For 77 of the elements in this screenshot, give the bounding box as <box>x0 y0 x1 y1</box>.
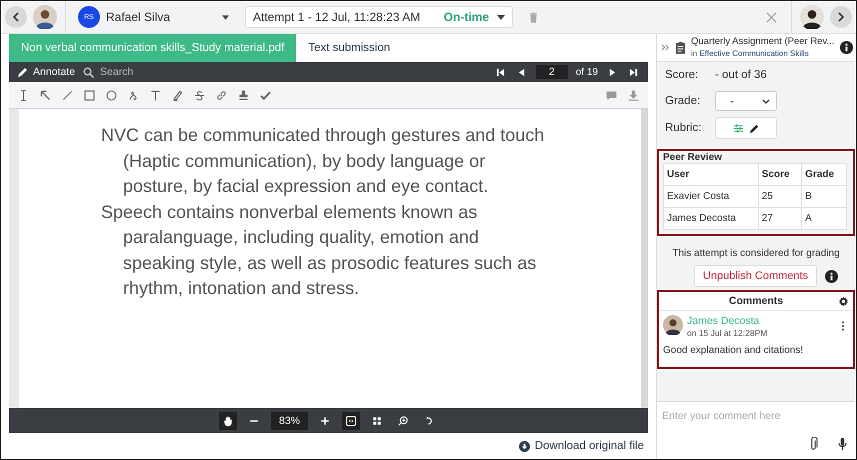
peer-review-title: Peer Review <box>663 152 723 163</box>
sliders-icon <box>732 122 744 134</box>
attempt-dropdown[interactable]: Attempt 1 - 12 Jul, 11:28:23 AM On-time <box>245 6 513 28</box>
document-paragraph: Speech contains nonverbal elements known as paralanguage, including quality, emotion and speaking style, as well as prosodic features such as rhythm, intonation and stress. <box>101 200 538 300</box>
line-icon[interactable] <box>61 88 74 102</box>
scrollbar[interactable] <box>641 109 648 408</box>
assignment-title: Quarterly Assignment (Peer Rev... <box>691 36 835 48</box>
unpublish-comments-button[interactable]: Unpublish Comments <box>694 265 818 287</box>
zoom-level[interactable]: 83% <box>270 412 308 430</box>
course-name: Effective Communication Skills <box>699 48 809 58</box>
page-number-field[interactable]: 2 <box>536 65 568 79</box>
search-icon[interactable] <box>83 66 94 78</box>
pencil-icon <box>17 66 29 78</box>
chevron-down-icon <box>762 98 770 104</box>
collapse-icon[interactable] <box>661 43 670 52</box>
back-button[interactable] <box>5 6 27 28</box>
column-header: Grade <box>802 164 846 186</box>
highlighter-icon[interactable] <box>171 88 184 102</box>
column-header: User <box>664 164 758 186</box>
chevron-left-icon <box>11 12 21 22</box>
avatar-icon <box>33 5 57 29</box>
microphone-icon[interactable] <box>838 437 847 451</box>
checkmark-icon[interactable] <box>259 88 272 102</box>
comment-field[interactable]: Enter your comment here <box>657 401 855 433</box>
previous-page-icon[interactable] <box>516 68 526 76</box>
attachment-icon[interactable] <box>809 437 818 451</box>
more-icon[interactable] <box>841 321 845 331</box>
next-button[interactable] <box>830 6 852 28</box>
last-page-icon[interactable] <box>629 68 638 76</box>
course-prefix: in <box>691 48 698 58</box>
download-link[interactable]: Download original file <box>518 440 644 452</box>
table-cell: Exavier Costa <box>664 186 758 208</box>
document-paragraph: NVC can be communicated through gestures and touch (Haptic communication), by body language or posture, by facial expression and eye contact. <box>101 124 546 198</box>
arrow-icon[interactable] <box>39 88 52 102</box>
download-icon <box>518 440 530 452</box>
column-header: Score <box>758 164 802 186</box>
search-field[interactable]: Search <box>98 65 162 79</box>
table-cell: 27 <box>758 208 802 230</box>
avatar-icon <box>663 315 683 335</box>
circle-icon[interactable] <box>105 88 118 102</box>
info-icon[interactable] <box>825 270 838 282</box>
chevron-right-icon <box>836 12 846 22</box>
table-cell: B <box>802 186 846 208</box>
page-count: of 19 <box>576 66 598 78</box>
annotate-button[interactable]: Annotate <box>17 66 76 78</box>
comment-text: Good explanation and citations! <box>663 345 804 356</box>
table-cell: 25 <box>758 186 802 208</box>
clipboard-icon <box>675 41 686 54</box>
rectangle-icon[interactable] <box>83 88 96 102</box>
caret-icon[interactable] <box>222 14 229 20</box>
pencil-icon <box>748 122 760 134</box>
download-icon[interactable] <box>627 88 640 102</box>
caret-icon <box>497 14 505 20</box>
comments-title: Comments <box>728 295 784 307</box>
text-tool-icon[interactable] <box>149 88 162 102</box>
stamp-icon[interactable] <box>237 88 250 102</box>
score-label: Score: <box>665 69 700 81</box>
grade-label: Grade: <box>665 95 702 107</box>
grade-dropdown[interactable]: - <box>715 91 777 111</box>
hand-icon[interactable] <box>218 412 237 430</box>
learner-name: Rafael Silva <box>106 10 172 24</box>
link-icon[interactable] <box>215 88 228 102</box>
close-icon[interactable] <box>766 12 777 22</box>
table-cell: James Decosta <box>664 208 758 230</box>
table-cell: A <box>802 208 846 230</box>
grading-note: This attempt is considered for grading <box>671 248 841 259</box>
first-page-icon[interactable] <box>496 68 505 76</box>
comment-icon[interactable] <box>605 88 618 102</box>
comment-time: on 15 Jul at 12:28PM <box>687 327 768 339</box>
fit-width-icon[interactable] <box>342 412 360 430</box>
settings-icon[interactable] <box>838 296 849 306</box>
avatar-icon <box>800 5 824 29</box>
next-page-icon[interactable] <box>608 68 617 76</box>
strikethrough-icon[interactable] <box>193 88 206 102</box>
info-icon[interactable] <box>840 41 853 54</box>
score-value: - out of 36 <box>715 69 767 81</box>
rubric-label: Rubric: <box>665 122 702 134</box>
